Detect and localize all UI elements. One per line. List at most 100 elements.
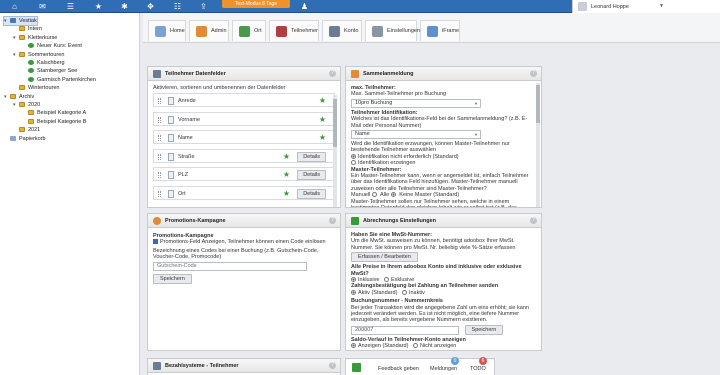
mwst-edit-button[interactable]: Erfassen / Bearbeiten: [351, 252, 418, 263]
radio-label: Alle: [380, 192, 390, 199]
tree-item[interactable]: ▾ 2020: [13, 101, 40, 109]
scrollbar-thumb[interactable]: [536, 85, 540, 123]
radio[interactable]: [351, 277, 356, 283]
radio[interactable]: [351, 289, 356, 295]
tree-item[interactable]: Garmisch Partenkirchen: [22, 76, 96, 84]
gear-icon[interactable]: ✱: [120, 2, 129, 11]
tab-einstellungen[interactable]: Einstellungen: [365, 20, 420, 41]
details-button[interactable]: Details: [297, 188, 326, 199]
home-icon[interactable]: ⌂: [10, 2, 19, 11]
collective-panel: Sammelanmeldung ? max. Teilnehmer: Max. …: [345, 66, 542, 208]
notifications-button[interactable]: Meldungen: [430, 366, 457, 372]
group-icon: [28, 43, 34, 49]
tree-item[interactable]: 2021: [13, 126, 40, 134]
field-row[interactable]: Vorname ★: [153, 111, 335, 126]
envelope-icon[interactable]: ✉: [38, 2, 47, 11]
radio[interactable]: [351, 153, 356, 159]
checkbox[interactable]: [153, 239, 158, 245]
help-icon[interactable]: ?: [329, 217, 336, 224]
confirm-option-inactive[interactable]: Inaktiv: [401, 289, 425, 296]
radio[interactable]: [351, 160, 356, 166]
max-select[interactable]: 10pro Buchung ▼: [351, 98, 481, 108]
drag-handle-icon[interactable]: [158, 116, 161, 123]
price-option-excl[interactable]: Exklusive: [383, 277, 414, 283]
scrollbar[interactable]: [333, 95, 337, 207]
drag-handle-icon[interactable]: [158, 98, 161, 104]
help-icon[interactable]: ?: [329, 362, 336, 369]
drag-handle-icon[interactable]: [158, 172, 161, 178]
promo-save-button[interactable]: Speichern: [153, 273, 192, 284]
field-row[interactable]: PLZ ★ Details: [153, 167, 335, 181]
field-row[interactable]: Ort ★ Details: [153, 185, 335, 200]
tab-konto[interactable]: Konto: [322, 20, 362, 41]
field-row[interactable]: Anrede ★: [153, 93, 335, 107]
tab-ort[interactable]: Ort: [232, 20, 266, 41]
master-option-none[interactable]: Keine Master (Standard): [399, 192, 459, 198]
tree-item[interactable]: Papierkorb: [4, 135, 46, 143]
star-icon[interactable]: ★: [283, 170, 290, 179]
star-icon[interactable]: ★: [283, 189, 290, 198]
tree-item[interactable]: Beispiel Kategorie A: [22, 109, 86, 117]
scrollbar-thumb[interactable]: [333, 99, 337, 147]
number-save-button[interactable]: Speichern: [464, 324, 504, 335]
user-menu[interactable]: Leonard Hoppe ▼: [572, 0, 720, 13]
master-option-manual[interactable]: Manuell: [351, 192, 379, 198]
tab-home[interactable]: Home: [148, 20, 186, 41]
drag-handle-icon[interactable]: [158, 153, 161, 160]
tab-label: Home: [170, 28, 185, 34]
radio[interactable]: [412, 343, 418, 349]
tree-item[interactable]: Beispiel Kategorie B: [22, 118, 87, 126]
star-icon[interactable]: ★: [319, 133, 326, 142]
master-option-all[interactable]: Alle: [380, 192, 398, 198]
tree-item[interactable]: ▾ Vestiak: [3, 16, 38, 26]
radio[interactable]: [390, 192, 396, 198]
confirm-option-active[interactable]: Aktiv (Standard): [351, 290, 397, 296]
tree-item[interactable]: Kalschberg: [22, 59, 65, 67]
feedback-button[interactable]: Feedback geben: [378, 366, 419, 372]
drag-handle-icon[interactable]: [158, 190, 161, 197]
field-row[interactable]: Straße ★ Details: [153, 148, 335, 163]
tree-item[interactable]: ▾ Archiv: [4, 93, 34, 101]
tree-item[interactable]: ▾ Sommertouren: [13, 51, 64, 59]
export-icon[interactable]: ⇪: [199, 2, 208, 11]
tree-item[interactable]: Starnberger See: [22, 67, 77, 75]
list-icon[interactable]: ☰: [66, 2, 75, 11]
balance-option-show[interactable]: Anzeigen (Standard): [351, 343, 408, 349]
drag-handle-icon[interactable]: [158, 135, 161, 141]
star-icon[interactable]: ★: [319, 96, 326, 105]
star-icon[interactable]: ★: [94, 2, 103, 11]
radio[interactable]: [371, 192, 377, 198]
ident-select[interactable]: Name ▼: [351, 130, 481, 140]
user-plus-icon[interactable]: ♟: [300, 2, 309, 11]
field-row[interactable]: Name ★: [153, 130, 335, 144]
tree-item[interactable]: Neuer Kurs: Event: [22, 42, 82, 50]
scrollbar[interactable]: [536, 83, 540, 207]
tab-iframe[interactable]: iFrame: [420, 20, 460, 41]
booking-number-input[interactable]: 200007: [351, 325, 459, 335]
details-button[interactable]: Details: [297, 151, 326, 162]
tree-item[interactable]: ▾ Kletterkurse: [13, 34, 57, 42]
tab-admin[interactable]: Admin: [189, 20, 229, 41]
star-icon[interactable]: ★: [283, 152, 290, 161]
radio[interactable]: [383, 277, 389, 283]
tab-teilnehmer[interactable]: Teilnehmer: [269, 20, 319, 41]
todo-button[interactable]: TODO: [470, 366, 486, 372]
radio[interactable]: [351, 343, 356, 349]
group-icon: [28, 60, 34, 66]
promo-code-input[interactable]: [153, 261, 307, 271]
balance-option-hide[interactable]: Nicht anzeigen: [412, 343, 456, 349]
bottom-bar: Feedback geben Meldungen 0 TODO 6: [345, 357, 495, 375]
help-icon[interactable]: ?: [530, 70, 537, 77]
help-icon[interactable]: ?: [530, 217, 537, 224]
radio[interactable]: [401, 289, 407, 295]
star-icon[interactable]: ★: [319, 115, 326, 124]
tree-item[interactable]: Intern: [13, 25, 42, 33]
tree-item[interactable]: Wintertouren: [13, 84, 60, 92]
promo-checkbox-row[interactable]: Promotions-Feld Anzeigen, Teilnehmer kön…: [153, 239, 335, 245]
price-option-incl[interactable]: Inklusive: [351, 277, 379, 283]
fields-intro: Aktivieren, sortieren und umbenennen der…: [153, 85, 286, 91]
move-icon[interactable]: ✥: [146, 2, 155, 11]
help-icon[interactable]: ?: [329, 70, 336, 77]
details-button[interactable]: Details: [297, 170, 326, 180]
tasks-icon[interactable]: ☷: [173, 2, 182, 11]
